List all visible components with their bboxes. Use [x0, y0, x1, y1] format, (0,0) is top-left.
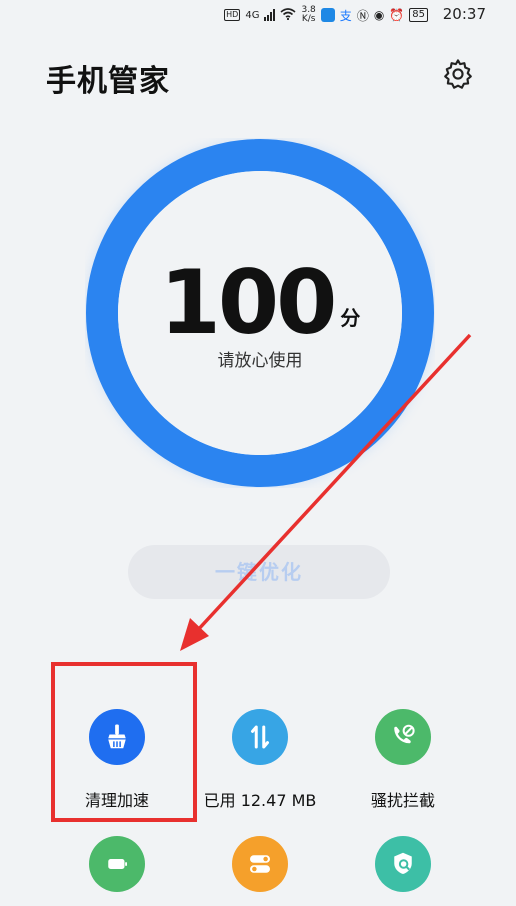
network-type: 4G: [245, 9, 260, 21]
net-speed: 3.8 K/s: [301, 5, 316, 24]
battery-icon: 85: [409, 8, 428, 22]
battery-icon: [89, 836, 145, 892]
eye-icon: ◉: [373, 8, 385, 22]
alipay-icon: 支: [339, 8, 352, 23]
feature-virus-scan[interactable]: [328, 836, 478, 892]
feature-harassment-block[interactable]: 骚扰拦截: [328, 709, 478, 811]
status-icons: HD 4G 3.8 K/s 支 Ⓝ ◉ ⏰ 85: [224, 6, 428, 24]
data-transfer-icon: [232, 709, 288, 765]
hd-icon: HD: [224, 9, 241, 21]
page-title: 手机管家: [46, 64, 170, 99]
signal-icon: [264, 9, 276, 21]
score-status: 请放心使用: [217, 351, 303, 371]
nfc-icon: Ⓝ: [356, 8, 369, 23]
score-display: 100 分: [85, 258, 435, 348]
settings-button[interactable]: [442, 58, 474, 90]
wifi-icon: [280, 7, 296, 23]
score-unit: 分: [340, 306, 361, 330]
status-bar: HD 4G 3.8 K/s 支 Ⓝ ◉ ⏰ 85 20:37: [0, 0, 516, 30]
clock: 20:37: [442, 5, 486, 23]
optimize-button[interactable]: 一键优化: [128, 545, 390, 599]
feature-app-control[interactable]: [185, 836, 335, 892]
shield-scan-icon: [375, 836, 431, 892]
feature-label: 已用 12.47 MB: [203, 791, 317, 810]
gear-icon: [444, 59, 472, 89]
score-value: 100: [159, 251, 338, 354]
cloud-app-icon: [320, 8, 335, 22]
toggle-icon: [232, 836, 288, 892]
highlight-box: [51, 662, 197, 822]
feature-battery[interactable]: [42, 836, 192, 892]
feature-data-usage[interactable]: 已用 12.47 MB: [185, 709, 335, 811]
alarm-icon: ⏰: [389, 8, 405, 22]
feature-label: 骚扰拦截: [370, 791, 435, 810]
block-call-icon: [375, 709, 431, 765]
